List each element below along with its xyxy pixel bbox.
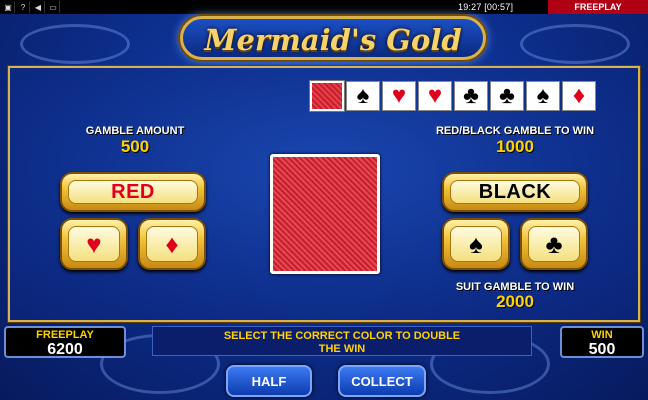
- help-icon[interactable]: ?: [17, 1, 30, 13]
- history-card: ♥: [418, 81, 452, 111]
- win-display: WIN 500: [560, 326, 644, 358]
- heart-icon: ♥: [86, 229, 102, 259]
- hearts-button[interactable]: ♥: [60, 218, 128, 270]
- diamond-icon: ♦: [572, 82, 586, 109]
- title-plate: Mermaid's Gold: [180, 16, 486, 60]
- red-button-label: RED: [111, 180, 155, 203]
- system-bar: ▣ ? ◀ ▭ 19:27 [00:57] FREEPLAY: [0, 0, 648, 14]
- flag-icon[interactable]: ▣: [2, 1, 15, 13]
- history-card: ♣: [454, 81, 488, 111]
- history-card: ♠: [346, 81, 380, 111]
- freeplay-balance: FREEPLAY 6200: [4, 326, 126, 358]
- message-bar: SELECT THE CORRECT COLOR TO DOUBLE THE W…: [152, 326, 532, 356]
- half-button[interactable]: HALF: [226, 365, 312, 397]
- history-card: ♥: [382, 81, 416, 111]
- system-icons: ▣ ? ◀ ▭: [2, 1, 60, 13]
- history-card-back: [309, 80, 345, 112]
- club-icon: ♣: [499, 82, 515, 109]
- gamble-card-back: [270, 154, 380, 274]
- decor-swirl: [20, 24, 130, 64]
- message-line: THE WIN: [318, 343, 366, 355]
- fullscreen-icon[interactable]: ▭: [47, 1, 60, 13]
- redblack-win-value: 1000: [496, 137, 534, 156]
- history-card: ♣: [490, 81, 524, 111]
- history-card: ♠: [526, 81, 560, 111]
- gamble-amount-label: GAMBLE AMOUNT: [85, 125, 185, 137]
- heart-icon: ♥: [391, 82, 407, 109]
- club-icon: ♣: [545, 229, 563, 259]
- clubs-button[interactable]: ♣: [520, 218, 588, 270]
- club-icon: ♣: [463, 82, 479, 109]
- diamond-icon: ♦: [165, 229, 179, 259]
- sound-icon[interactable]: ◀: [32, 1, 45, 13]
- spade-icon: ♠: [469, 229, 483, 259]
- redblack-win-label: RED/BLACK GAMBLE TO WIN: [435, 125, 595, 137]
- card-history: ♠ ♥ ♥ ♣ ♣ ♠ ♦: [309, 80, 596, 112]
- clock: 19:27 [00:57]: [458, 2, 514, 12]
- diamonds-button[interactable]: ♦: [138, 218, 206, 270]
- gamble-amount-value: 500: [120, 137, 150, 156]
- message-text: SELECT THE CORRECT COLOR TO DOUBLE THE W…: [153, 330, 531, 356]
- history-card: ♦: [562, 81, 596, 111]
- spades-button[interactable]: ♠: [442, 218, 510, 270]
- black-button[interactable]: BLACK: [442, 172, 588, 212]
- freeplay-value: 6200: [47, 341, 83, 358]
- heart-icon: ♥: [427, 82, 443, 109]
- game-title: Mermaid's Gold: [204, 23, 462, 57]
- black-button-label: BLACK: [478, 180, 552, 203]
- win-label: WIN: [591, 329, 613, 341]
- freeplay-label: FREEPLAY: [36, 329, 94, 341]
- message-line: SELECT THE CORRECT COLOR TO DOUBLE: [223, 330, 461, 342]
- mode-badge: FREEPLAY: [548, 0, 648, 14]
- spade-icon: ♠: [356, 82, 370, 109]
- win-value: 500: [588, 341, 616, 358]
- decor-swirl: [520, 24, 630, 64]
- suit-win-value: 2000: [496, 292, 534, 311]
- spade-icon: ♠: [536, 82, 550, 109]
- red-button[interactable]: RED: [60, 172, 206, 212]
- collect-button[interactable]: COLLECT: [338, 365, 426, 397]
